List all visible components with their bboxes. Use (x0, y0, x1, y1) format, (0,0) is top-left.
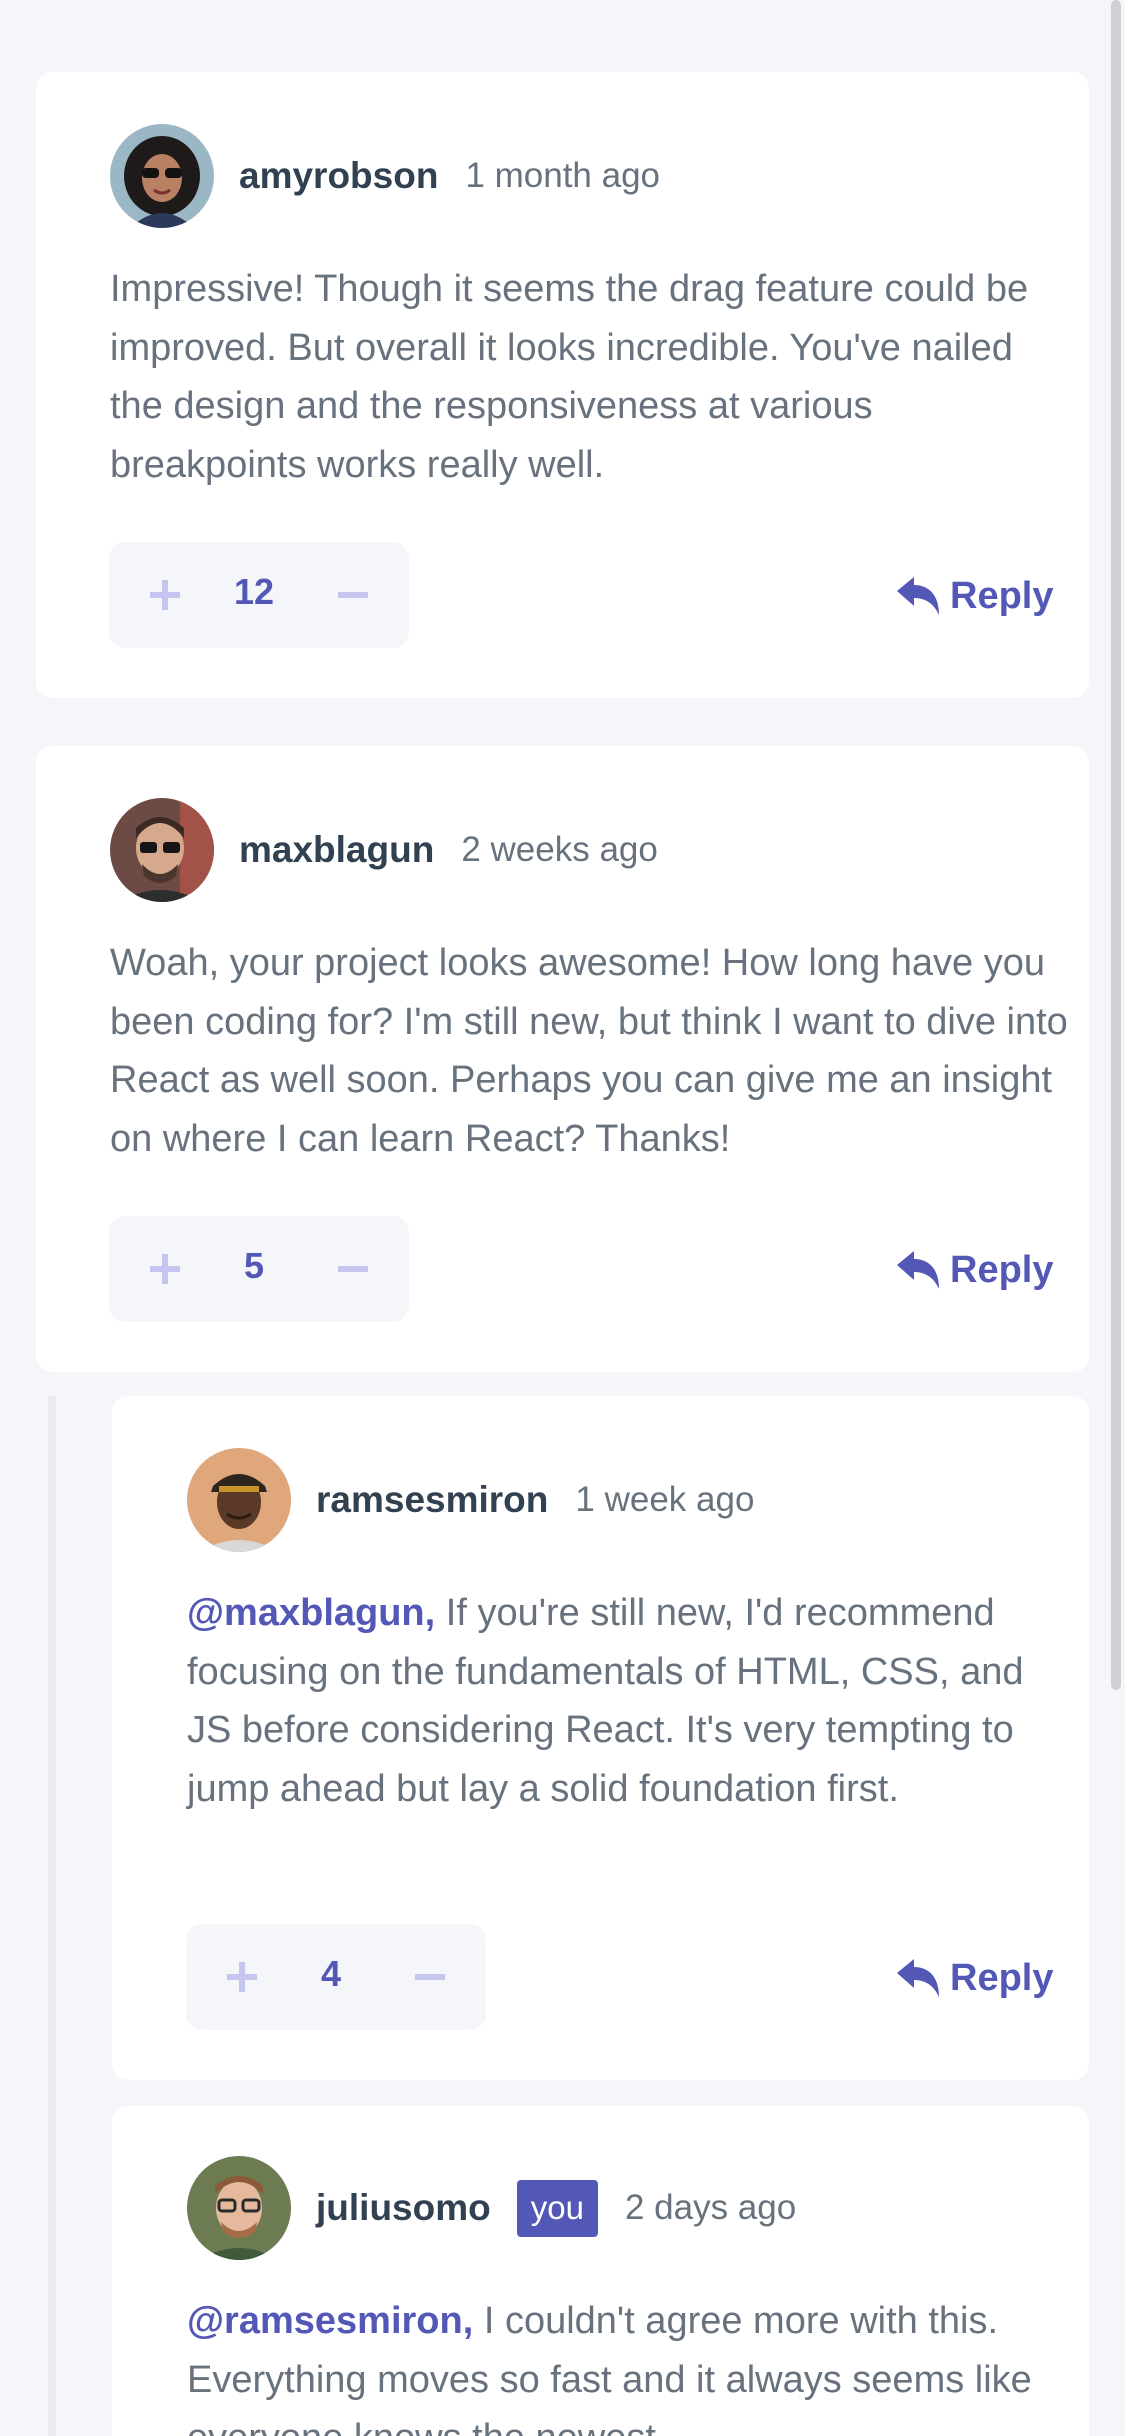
reply-button[interactable]: Reply (896, 572, 1053, 620)
comments-page: amyrobson 1 month ago Impressive! Though… (0, 0, 1125, 2436)
username: ramsesmiron (316, 1479, 549, 1520)
vote-control: 5 (109, 1216, 409, 1322)
vote-control: 12 (109, 542, 409, 648)
comment-header: maxblagun 2 weeks ago (110, 798, 658, 902)
reply-button[interactable]: Reply (896, 1246, 1053, 1294)
comment-text: @maxblagun, If you're still new, I'd rec… (187, 1584, 1057, 1818)
reply-label: Reply (950, 1956, 1054, 1999)
reply-label: Reply (950, 1248, 1054, 1291)
you-badge: you (516, 2179, 598, 2237)
timestamp: 1 week ago (575, 1480, 755, 1519)
mention-link[interactable]: @maxblagun, (187, 1592, 435, 1634)
timestamp: 2 days ago (624, 2188, 797, 2227)
minus-icon[interactable] (412, 1959, 448, 1995)
timestamp: 2 weeks ago (461, 830, 658, 869)
vote-count: 5 (243, 1245, 265, 1286)
plus-icon[interactable] (224, 1959, 260, 1995)
comment-card: amyrobson 1 month ago Impressive! Though… (36, 72, 1089, 698)
vote-count: 12 (233, 571, 275, 612)
avatar (110, 124, 214, 228)
avatar (187, 1448, 291, 1552)
username: amyrobson (239, 155, 439, 196)
timestamp: 1 month ago (465, 156, 661, 195)
plus-icon[interactable] (147, 577, 183, 613)
comment-header: amyrobson 1 month ago (110, 124, 660, 228)
reply-card: ramsesmiron 1 week ago @maxblagun, If yo… (112, 1396, 1089, 2080)
comment-header: juliusomo you 2 days ago (187, 2156, 796, 2260)
reply-arrow-icon (897, 1959, 939, 1997)
comment-text: @ramsesmiron, I couldn't agree more with… (187, 2292, 1057, 2436)
vote-count: 4 (320, 1953, 342, 1994)
minus-icon[interactable] (335, 577, 371, 613)
scrollbar[interactable] (1111, 0, 1121, 1690)
mention-link[interactable]: @ramsesmiron, (187, 2300, 473, 2342)
comment-header: ramsesmiron 1 week ago (187, 1448, 754, 1552)
minus-icon[interactable] (335, 1251, 371, 1287)
comment-card: maxblagun 2 weeks ago Woah, your project… (36, 746, 1089, 1372)
vote-control: 4 (186, 1924, 486, 2030)
comment-text: Woah, your project looks awesome! How lo… (110, 942, 1068, 1160)
reply-label: Reply (950, 574, 1054, 617)
username: juliusomo (316, 2187, 491, 2228)
avatar (187, 2156, 291, 2260)
reply-thread-line (48, 1396, 56, 2436)
comment-text: Impressive! Though it seems the drag fea… (110, 268, 1029, 486)
plus-icon[interactable] (147, 1251, 183, 1287)
username: maxblagun (239, 829, 435, 870)
reply-card: juliusomo you 2 days ago @ramsesmiron, I… (112, 2106, 1089, 2436)
reply-arrow-icon (897, 1251, 939, 1289)
reply-button[interactable]: Reply (896, 1954, 1053, 2002)
avatar (110, 798, 214, 902)
reply-arrow-icon (897, 577, 939, 615)
